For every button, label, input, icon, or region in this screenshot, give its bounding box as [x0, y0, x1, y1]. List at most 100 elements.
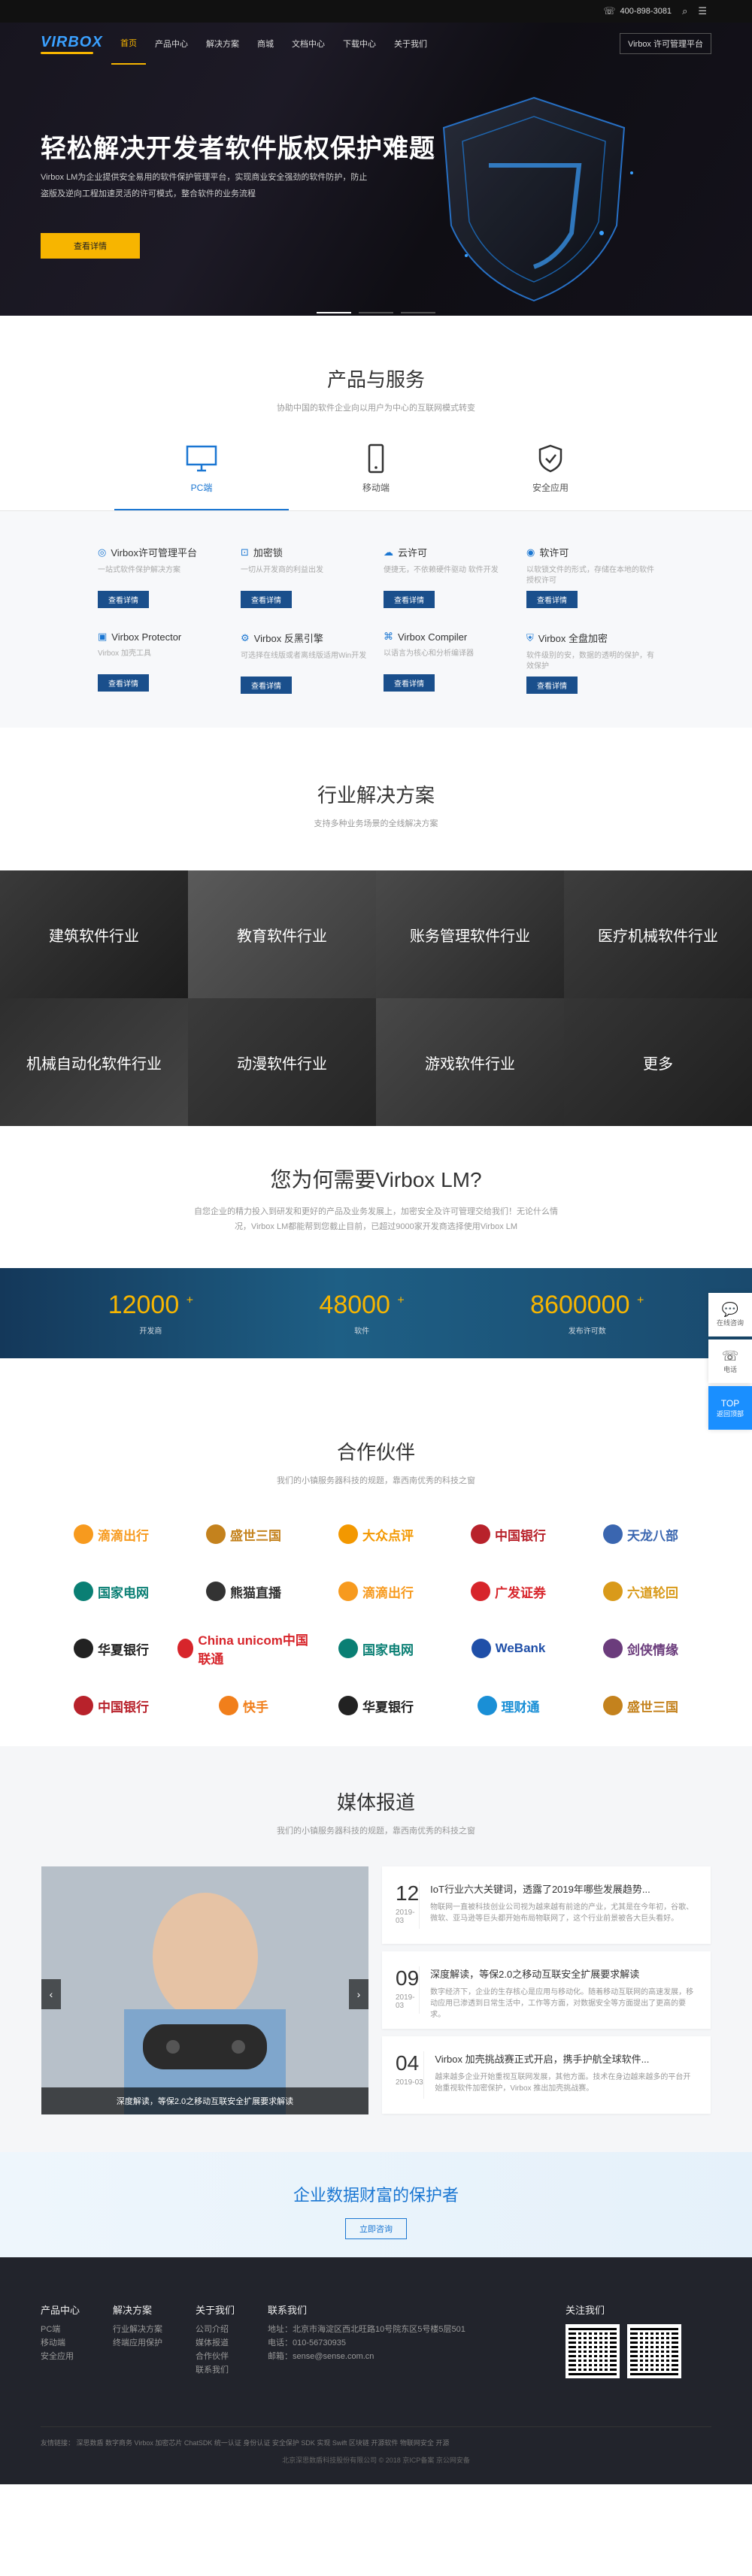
nav-item-store[interactable]: 商城: [248, 23, 283, 65]
license-icon: ◎: [98, 546, 107, 558]
tab-label: 安全应用: [532, 483, 569, 493]
news-item[interactable]: 12 2019-03 IoT行业六大关键词，透露了2019年哪些发展趋势... 物联…: [382, 1866, 711, 1944]
footer-email[interactable]: 邮箱：sense@sense.com.cn: [268, 2350, 465, 2363]
footer-link[interactable]: 终端应用保护: [113, 2336, 162, 2350]
phone-contact[interactable]: ☏ 400-898-3081: [603, 5, 672, 17]
product-name[interactable]: 云许可: [398, 545, 427, 559]
online-chat-button[interactable]: 💬 在线咨询: [708, 1293, 752, 1336]
solution-tile[interactable]: 动漫软件行业: [188, 998, 376, 1126]
solution-tile[interactable]: 医疗机械软件行业: [564, 870, 752, 998]
footer-link[interactable]: PC端: [41, 2323, 80, 2336]
back-to-top-button[interactable]: TOP 返回顶部: [708, 1386, 752, 1430]
product-details-button[interactable]: 查看详情: [384, 591, 435, 608]
partner-mark-icon: [177, 1639, 194, 1658]
footer-address: 地址：北京市海淀区西北旺路10号院东区5号楼5层501: [268, 2325, 465, 2334]
carousel-dot[interactable]: [359, 312, 393, 313]
partner-name: 国家电网: [362, 1642, 414, 1657]
media-caption[interactable]: 深度解读，等保2.0之移动互联安全扩展要求解读: [41, 2087, 368, 2114]
footer-follow: 关注我们: [566, 2302, 681, 2378]
nav-item-home[interactable]: 首页: [111, 23, 146, 65]
footer-col-products: 产品中心 PC端 移动端 安全应用: [41, 2302, 80, 2378]
news-title[interactable]: IoT行业六大关键词，透露了2019年哪些发展趋势...: [430, 1881, 697, 1896]
nav-item-docs[interactable]: 文档中心: [283, 23, 334, 65]
nav-item-products[interactable]: 产品中心: [146, 23, 197, 65]
product-details-button[interactable]: 查看详情: [384, 674, 435, 692]
footer-link[interactable]: 安全应用: [41, 2350, 80, 2363]
partner-mark-icon: [74, 1639, 93, 1658]
nav-item-about[interactable]: 关于我们: [385, 23, 436, 65]
tab-mobile[interactable]: 移动端: [289, 443, 463, 510]
phone-button[interactable]: ☏ 电话: [708, 1339, 752, 1383]
menu-icon[interactable]: ☰: [698, 5, 707, 17]
stat-label: 开发商: [139, 1327, 162, 1336]
product-name[interactable]: Virbox 反黑引擎: [254, 631, 323, 645]
compiler-icon: ⌘: [384, 631, 393, 642]
product-name[interactable]: Virbox许可管理平台: [111, 545, 197, 559]
solution-tile[interactable]: 建筑软件行业: [0, 870, 188, 998]
solution-label: 账务管理软件行业: [410, 928, 530, 945]
search-icon[interactable]: ⌕: [682, 5, 687, 17]
next-arrow-icon[interactable]: ›: [349, 1979, 368, 2009]
product-details-button[interactable]: 查看详情: [526, 677, 578, 694]
prev-arrow-icon[interactable]: ‹: [41, 1979, 61, 2009]
product-name[interactable]: 软许可: [539, 545, 569, 559]
nav-item-downloads[interactable]: 下载中心: [334, 23, 385, 65]
solution-label: 医疗机械软件行业: [598, 928, 718, 945]
partner-mark-icon: [603, 1524, 623, 1544]
nav-item-solutions[interactable]: 解决方案: [197, 23, 248, 65]
partner-logo: 快手: [177, 1688, 310, 1724]
partner-mark-icon: [74, 1582, 93, 1601]
product-name[interactable]: Virbox 全盘加密: [538, 631, 608, 645]
footer-link[interactable]: 媒体报道: [196, 2336, 235, 2350]
footer-heading: 解决方案: [113, 2305, 153, 2316]
product-name[interactable]: 加密锁: [253, 545, 283, 559]
solutions-grid: 建筑软件行业 教育软件行业 账务管理软件行业 医疗机械软件行业 机械自动化软件行…: [0, 870, 752, 1126]
news-item[interactable]: 04 2019-03 Virbox 加壳挑战赛正式开启，携手护航全球软件... 越来…: [382, 2036, 711, 2114]
solution-tile[interactable]: 更多: [564, 998, 752, 1126]
product-details-button[interactable]: 查看详情: [526, 591, 578, 608]
product-item: ⚙ Virbox 反黑引擎 可选择在线版或者离线版适用Win开发 查看详情: [241, 631, 368, 694]
footer-link[interactable]: 移动端: [41, 2336, 80, 2350]
footer-link[interactable]: 行业解决方案: [113, 2323, 162, 2336]
dongle-icon: ⊡: [241, 546, 249, 558]
product-item: ☁ 云许可 便捷无，不依赖硬件驱动 软件开发 查看详情: [384, 545, 511, 608]
solution-tile[interactable]: 游戏软件行业: [376, 998, 564, 1126]
friend-links-text[interactable]: 友情链接： 深思数盾 数字商务 Virbox 加密芯片 ChatSDK 统一认证…: [41, 2438, 711, 2447]
virbox-logo[interactable]: VIRBOX: [41, 34, 102, 54]
solution-label: 更多: [643, 1055, 673, 1073]
product-item: ▣ Virbox Protector Virbox 加壳工具 查看详情: [98, 631, 226, 694]
product-details-button[interactable]: 查看详情: [241, 591, 292, 608]
license-platform-link[interactable]: Virbox 许可管理平台: [619, 33, 711, 54]
solution-tile[interactable]: 教育软件行业: [188, 870, 376, 998]
carousel-dot[interactable]: [401, 312, 435, 313]
product-name[interactable]: Virbox Compiler: [398, 631, 467, 643]
tab-pc[interactable]: PC端: [114, 443, 289, 510]
product-desc: 以语言为核心和分析编译器: [384, 649, 474, 658]
news-item[interactable]: 09 2019-03 深度解读，等保2.0之移动互联安全扩展要求解读 数字经济下，企…: [382, 1951, 711, 2029]
partner-logo: 滴滴出行: [45, 1516, 177, 1552]
product-details-button[interactable]: 查看详情: [98, 591, 149, 608]
partner-logo: 国家电网: [310, 1630, 442, 1666]
product-name[interactable]: Virbox Protector: [111, 631, 181, 643]
footer-link[interactable]: 合作伙伴: [196, 2350, 235, 2363]
section-title: 您为何需要Virbox LM?: [270, 1168, 482, 1191]
friend-links: 友情链接： 深思数盾 数字商务 Virbox 加密芯片 ChatSDK 统一认证…: [41, 2426, 711, 2465]
hero-details-button[interactable]: 查看详情: [41, 233, 140, 259]
partner-mark-icon: [338, 1524, 358, 1544]
tab-security[interactable]: 安全应用: [463, 443, 638, 510]
partner-name: 盛世三国: [230, 1528, 281, 1543]
side-label: 在线咨询: [716, 1319, 744, 1327]
product-details-button[interactable]: 查看详情: [98, 674, 149, 692]
partner-name: 大众点评: [362, 1528, 414, 1543]
solution-tile[interactable]: 账务管理软件行业: [376, 870, 564, 998]
news-title[interactable]: 深度解读，等保2.0之移动互联安全扩展要求解读: [430, 1966, 697, 1981]
solution-tile[interactable]: 机械自动化软件行业: [0, 998, 188, 1126]
footer-link[interactable]: 联系我们: [196, 2363, 235, 2377]
partner-name: 滴滴出行: [362, 1585, 414, 1600]
carousel-dot[interactable]: [317, 312, 351, 313]
partner-name: 快手: [243, 1700, 268, 1715]
news-title[interactable]: Virbox 加壳挑战赛正式开启，携手护航全球软件...: [435, 2051, 697, 2066]
consult-button[interactable]: 立即咨询: [345, 2218, 407, 2239]
footer-link[interactable]: 公司介绍: [196, 2323, 235, 2336]
product-details-button[interactable]: 查看详情: [241, 677, 292, 694]
